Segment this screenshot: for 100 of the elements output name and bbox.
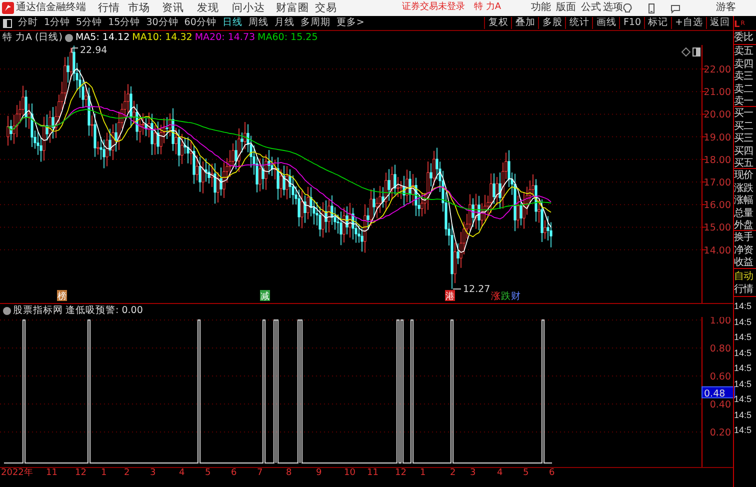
price-axis-label: 20.00 [704, 110, 731, 121]
period-tab[interactable]: 月线 [271, 18, 298, 28]
moving-average-value: MA5: 14.12 [75, 33, 130, 43]
time-axis-label: 2 [124, 469, 130, 478]
chart-title: 特 力A (日线) [2, 33, 62, 43]
trade-time: 14:5 [734, 331, 753, 344]
quote-field-label: 买三 [734, 133, 754, 146]
moving-average-value: MA10: 14.32 [132, 33, 192, 43]
event-marker[interactable]: 港 [445, 290, 455, 302]
quote-field-label: 卖三 [734, 71, 754, 84]
menu-item[interactable]: 问小达 [232, 3, 265, 14]
price-axis-label: 14.00 [704, 245, 731, 256]
price-axis-label: 17.00 [704, 178, 731, 188]
trade-time: 14:5 [734, 316, 753, 328]
indicator-axis-label: 0.20 [710, 428, 731, 438]
price-axis-label: 22.00 [704, 64, 731, 76]
time-axis-label: 2 [450, 469, 456, 478]
stock-name: 特 力A [474, 3, 502, 12]
menu-item[interactable]: 财富圈 [276, 3, 309, 14]
quote-field-label: 卖五 [734, 46, 754, 58]
low-price-label: 12.27 [463, 284, 490, 295]
period-tab[interactable]: 60分钟 [181, 18, 220, 28]
settings-icon[interactable] [64, 34, 73, 42]
time-axis-label: 11 [46, 469, 58, 478]
quote-field-label: 涨跌 [734, 182, 754, 194]
app-title: 通达信金融终端 [16, 3, 86, 13]
time-axis-label: 2022年 [1, 469, 33, 478]
user-name[interactable]: 游客 [716, 3, 736, 13]
panel-toggle-icon[interactable] [3, 18, 12, 28]
lightbulb-icon[interactable] [622, 3, 633, 14]
quote-field-label: 收益 [734, 257, 754, 270]
quote-tab[interactable]: 自动 [734, 271, 756, 284]
price-axis-label: 16.00 [704, 200, 731, 212]
quote-field-label: 现价 [734, 170, 754, 182]
menu-item[interactable]: 交易 [315, 3, 337, 14]
quote-field-label: 买四 [734, 146, 754, 158]
event-marker[interactable]: 榜 [57, 290, 67, 302]
menu-item[interactable]: 市场 [128, 3, 150, 14]
indicator-axis-label: 0.40 [710, 400, 731, 410]
time-axis-label: 9 [316, 469, 322, 478]
event-marker[interactable]: 跌 [501, 291, 511, 302]
price-axis-label: 21.00 [704, 87, 731, 98]
trade-time: 14:5 [734, 300, 753, 313]
quote-field-label: 涨幅 [734, 195, 754, 208]
moving-average-value: MA60: 15.25 [258, 33, 318, 43]
time-axis-label: 12 [395, 469, 406, 478]
period-tab[interactable]: 15分钟 [105, 18, 144, 28]
time-axis-label: 5 [523, 469, 529, 478]
diamond-icon[interactable] [681, 47, 691, 57]
period-tab[interactable]: 多周期 [297, 18, 334, 28]
quote-field-label: 买一 [734, 108, 754, 120]
time-axis-label: 10 [344, 469, 356, 478]
event-marker[interactable]: 涨 [491, 291, 501, 302]
settings-icon[interactable] [2, 306, 10, 314]
quote-field-label: 买五 [734, 158, 754, 170]
time-axis-label: 8 [286, 469, 292, 478]
indicator-axis-label: 0.80 [710, 344, 731, 354]
indicator-axis-label: 0.60 [710, 372, 731, 382]
menu-item[interactable]: 功能 [531, 3, 551, 13]
time-axis-label: 5 [205, 469, 211, 478]
leader-line [452, 288, 462, 290]
panel-toggle-icon[interactable] [692, 48, 700, 56]
indicator-name: 股票指标网 [13, 306, 63, 316]
period-tab[interactable]: 更多> [333, 18, 368, 28]
period-tab[interactable]: 30分钟 [143, 18, 182, 28]
time-axis-label: 1 [420, 469, 426, 478]
trade-time: 14:5 [734, 393, 753, 406]
leader-line [72, 48, 78, 54]
chat-icon[interactable] [670, 3, 681, 14]
menu-item[interactable]: 资讯 [162, 3, 184, 14]
price-axis-label: 19.00 [704, 132, 731, 144]
quote-field-label: 卖一 [734, 96, 754, 108]
quote-tab[interactable]: 行情 [734, 284, 756, 296]
trade-time: 14:5 [734, 424, 753, 437]
event-marker[interactable]: 财 [511, 291, 521, 302]
trade-time: 14:5 [734, 346, 753, 360]
period-tab[interactable]: 周线 [245, 18, 272, 28]
menu-item[interactable]: 版面 [556, 3, 576, 13]
menu-item[interactable]: 公式 [581, 3, 601, 13]
trade-time: 14:5 [734, 362, 753, 375]
price-axis-label: 18.00 [704, 154, 731, 166]
price-axis-label: 15.00 [704, 222, 731, 234]
corner-label: L [734, 21, 740, 30]
indicator-value: 逢低吸预警: 0.00 [66, 306, 143, 316]
quote-field-label: 总量 [734, 208, 754, 220]
quote-field-label: 换手 [734, 232, 754, 244]
time-axis-label: 6 [549, 469, 555, 478]
period-tab[interactable]: 1分钟 [41, 18, 74, 28]
time-axis-label: 6 [231, 469, 237, 478]
high-price-label: 22.94 [80, 45, 108, 56]
login-status[interactable]: 证券交易未登录 [402, 3, 465, 12]
period-tab[interactable]: 日线 [219, 18, 246, 28]
menu-item[interactable]: 选项 [603, 3, 623, 13]
period-tab[interactable]: 分时 [15, 18, 41, 28]
menu-item[interactable]: 行情 [98, 3, 120, 14]
phone-icon[interactable] [646, 3, 657, 14]
period-tab[interactable]: 5分钟 [73, 18, 106, 28]
menu-item[interactable]: 发现 [197, 3, 219, 14]
time-axis-label: 12 [75, 469, 86, 478]
trade-time: 14:5 [734, 408, 753, 422]
